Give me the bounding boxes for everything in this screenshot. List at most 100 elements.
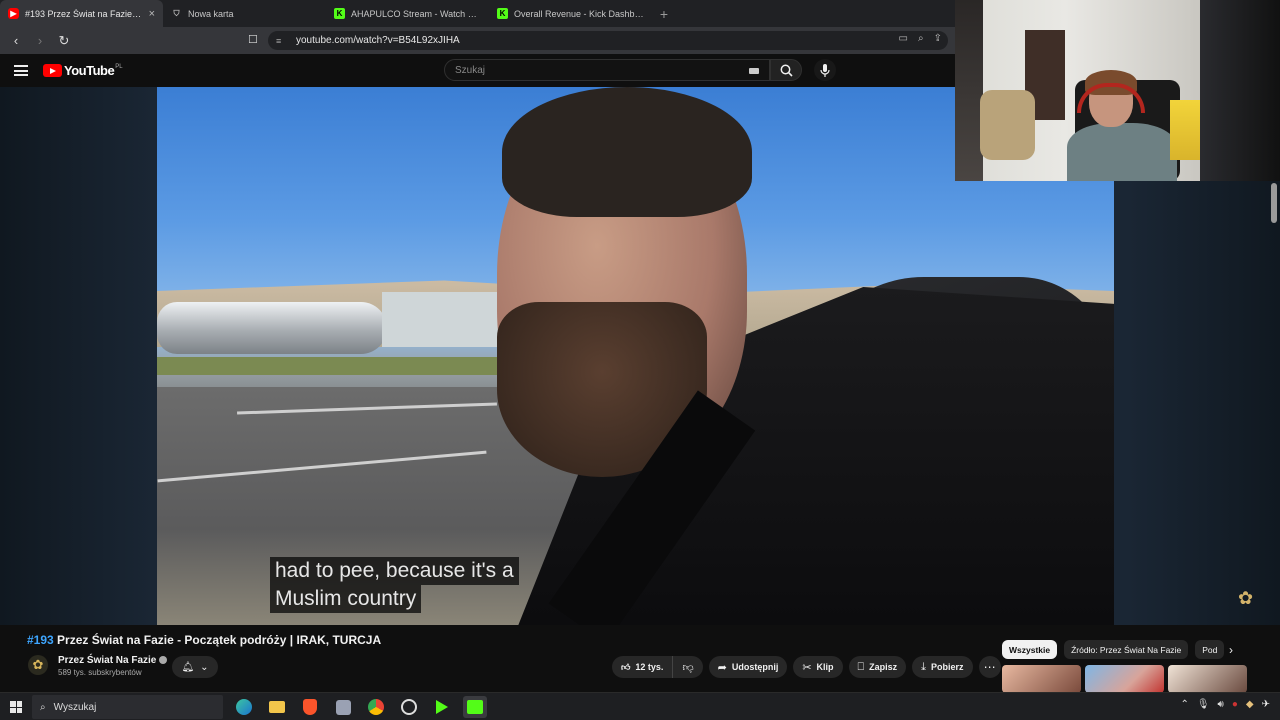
streaming-app-icon[interactable] [463,696,487,718]
close-tab-icon[interactable]: × [149,8,155,20]
tray-app-icon[interactable]: ● [1232,699,1238,710]
bookmark-icon[interactable]: ☐ [248,33,258,46]
bell-icon: 🔔︎ [181,661,195,673]
related-video-thumbnail[interactable] [1168,665,1247,693]
webcam-armchair [980,90,1035,160]
microphone-icon [820,63,830,77]
tab-title: #193 Przez Świat na Fazie - Począ [25,8,143,19]
site-info-icon[interactable]: ≡ [276,36,288,46]
like-button[interactable]: 👍︎ 12 tys. [612,656,674,678]
channel-avatar[interactable]: ✿ [28,655,48,675]
country-code: PL [115,63,123,70]
file-explorer-icon[interactable] [265,696,289,718]
windows-taskbar: ⌕ Wyszukaj ⌃ 🎙︎ 🔊︎ ● ◆ ✈ [0,692,1280,720]
tab-title: Nowa karta [188,8,234,19]
chevron-right-icon[interactable]: › [1222,640,1240,659]
keyboard-icon[interactable] [749,68,759,74]
webcam-streamer [1067,70,1177,181]
taskbar-search[interactable]: ⌕ Wyszukaj [32,695,223,719]
save-button[interactable]: ⎕ Zapisz [848,656,907,678]
bookmark-icon: ⎕ [857,660,865,673]
windows-start-icon[interactable] [10,701,22,713]
back-icon[interactable]: ‹ [6,31,26,51]
cast-icon[interactable]: ▭ [899,33,908,44]
forward-icon[interactable]: › [30,31,50,51]
related-filter-chips: Wszystkie Źródło: Przez Świat Na Fazie P… [1002,640,1225,659]
obs-icon[interactable] [397,696,421,718]
clip-button[interactable]: ✂ Klip [793,656,843,678]
voice-search-button[interactable] [814,59,836,81]
related-videos [1002,665,1247,693]
video-title-text: Przez Świat na Fazie - Początek podróży … [53,633,382,647]
caption-line: had to pee, because it's a [270,557,519,585]
youtube-logo[interactable]: YouTube PL [43,63,123,78]
tab-kick-stream[interactable]: K AHAPULCO Stream - Watch Live on K [326,0,489,27]
video-title: #193 Przez Świat na Fazie - Początek pod… [27,633,381,647]
save-label: Zapisz [869,662,898,672]
webcam-shelf [955,0,983,181]
chevron-down-icon: ⌄ [200,661,209,673]
tab-title: AHAPULCO Stream - Watch Live on K [351,8,481,19]
share-label: Udostępnij [731,662,779,672]
chip-all[interactable]: Wszystkie [1002,640,1058,659]
search-input[interactable]: Szukaj [444,59,770,81]
new-tab-button[interactable]: + [652,0,676,27]
youtube-play-icon [43,64,62,77]
more-actions-button[interactable]: ⋯ [978,656,1001,678]
microphone-icon[interactable]: 🎙︎ [1197,699,1210,710]
share-icon[interactable]: ⇪ [934,33,942,44]
browser-tab-strip: ▶ #193 Przez Świat na Fazie - Począ × ⛉ … [0,0,955,27]
like-count: 12 tys. [635,662,664,672]
chevron-up-icon[interactable]: ⌃ [1180,699,1188,710]
shield-icon: ⛉ [173,8,180,18]
streamer-webcam [955,0,1200,181]
youtube-header: YouTube PL Szukaj [0,54,955,87]
channel-watermark-icon[interactable]: ✿ [1238,588,1262,610]
video-frame-hair [502,87,752,217]
subscriber-count: 589 tys. subskrybentów [58,668,142,677]
thumbs-up-icon: 👍︎ [621,661,631,672]
webcam-streamer-body [1067,123,1177,181]
address-bar[interactable]: ≡ youtube.com/watch?v=B54L92xJIHA ▭ ⌕ ⇪ [268,31,948,50]
menu-icon[interactable] [14,65,28,76]
video-captions: had to pee, because it's a Muslim countr… [270,557,519,613]
dislike-button[interactable]: 👎︎ [673,656,702,678]
search-button[interactable] [770,59,802,81]
search-icon: ⌕ [40,701,46,713]
related-video-thumbnail[interactable] [1085,665,1164,693]
chrome-icon[interactable] [364,696,388,718]
tray-app-icon[interactable]: ◆ [1246,699,1254,710]
like-dislike-group: 👍︎ 12 tys. 👎︎ [612,656,703,678]
video-title-hashtag[interactable]: #193 [27,633,54,647]
channel-name[interactable]: Przez Świat Na Fazie [58,655,168,666]
share-button[interactable]: ➦ Udostępnij [708,656,788,678]
brave-icon[interactable] [298,696,322,718]
tab-title: Overall Revenue - Kick Dashboard [514,8,644,19]
chip-similar[interactable]: Pod [1195,640,1225,659]
webcam-side-shadow [1200,0,1280,181]
tray-app-icon[interactable]: ✈ [1262,699,1270,710]
related-video-thumbnail[interactable] [1002,665,1081,693]
app-icon[interactable] [331,696,355,718]
page-scrollbar[interactable] [1271,183,1277,223]
tab-youtube-video[interactable]: ▶ #193 Przez Świat na Fazie - Począ × [0,0,163,27]
system-tray: ⌃ 🎙︎ 🔊︎ ● ◆ ✈ [1180,699,1270,710]
tab-new-tab[interactable]: ⛉ Nowa karta [163,0,326,27]
caption-line: Muslim country [270,585,422,613]
video-actions: 👍︎ 12 tys. 👎︎ ➦ Udostępnij ✂ Klip ⎕ Zapi… [612,656,1001,678]
kick-app-icon[interactable] [430,696,454,718]
tab-kick-dashboard[interactable]: K Overall Revenue - Kick Dashboard [489,0,652,27]
download-label: Pobierz [931,662,964,672]
taskbar-search-label: Wyszukaj [53,701,97,713]
video-frame-tanker-truck [157,302,387,354]
volume-icon[interactable]: 🔊︎ [1218,699,1224,710]
download-icon: ⤓ [921,660,927,673]
chip-source-channel[interactable]: Źródło: Przez Świat Na Fazie [1064,640,1189,659]
edge-icon[interactable] [232,696,256,718]
zoom-icon[interactable]: ⌕ [918,33,924,44]
notifications-button[interactable]: 🔔︎ ⌄ [172,656,218,678]
reload-icon[interactable]: ↻ [54,31,74,51]
download-button[interactable]: ⤓ Pobierz [912,656,973,678]
browser-toolbar: ‹ › ↻ ☐ ≡ youtube.com/watch?v=B54L92xJIH… [0,27,955,54]
share-arrow-icon: ➦ [717,661,727,674]
